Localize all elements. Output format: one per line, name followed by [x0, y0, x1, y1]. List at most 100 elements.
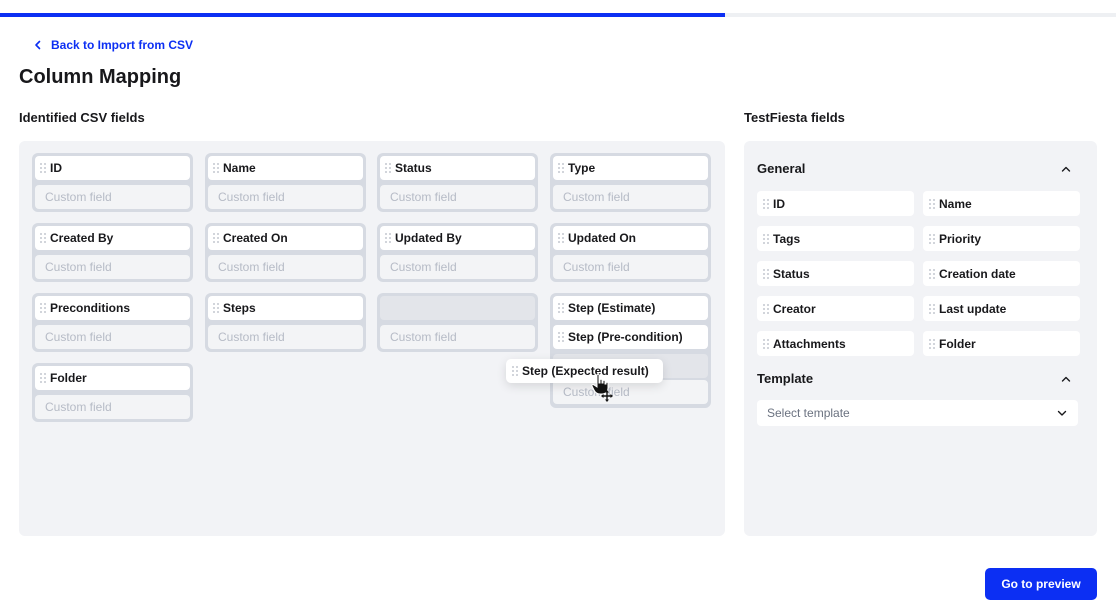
custom-field-dropzone[interactable]: Custom field [35, 255, 190, 279]
csv-field-header[interactable]: Created On [208, 226, 363, 250]
drag-grip-icon[interactable] [557, 331, 565, 343]
progress-bar [0, 13, 1116, 17]
testfiesta-field-chip[interactable]: Attachments [757, 331, 914, 356]
template-group-header[interactable]: Template [757, 371, 1078, 386]
empty-field-slot[interactable] [380, 296, 535, 320]
chevron-up-icon[interactable] [1060, 373, 1072, 385]
csv-field-card[interactable]: Updated By Custom field [377, 223, 538, 282]
custom-field-dropzone[interactable]: Custom field [35, 395, 190, 419]
testfiesta-field-label: Creator [773, 301, 816, 316]
drag-grip-icon[interactable] [928, 303, 936, 315]
custom-field-dropzone[interactable]: Custom field [380, 185, 535, 209]
drag-grip-icon[interactable] [212, 232, 220, 244]
chevron-left-icon [35, 40, 41, 50]
drag-grip-icon[interactable] [762, 303, 770, 315]
footer-bar [0, 545, 1116, 613]
testfiesta-field-chip[interactable]: Name [923, 191, 1080, 216]
drag-grip-icon[interactable] [928, 233, 936, 245]
chevron-up-icon[interactable] [1060, 163, 1072, 175]
testfiesta-field-chip[interactable]: Creation date [923, 261, 1080, 286]
drag-grip-icon[interactable] [384, 162, 392, 174]
go-to-preview-button[interactable]: Go to preview [985, 568, 1097, 600]
custom-field-dropzone[interactable]: Custom field [553, 185, 708, 209]
drag-grip-icon[interactable] [511, 365, 519, 377]
drag-grip-icon[interactable] [39, 302, 47, 314]
csv-field-header[interactable]: Preconditions [35, 296, 190, 320]
drag-grip-icon[interactable] [928, 198, 936, 210]
testfiesta-field-label: Name [939, 196, 972, 211]
testfiesta-field-chip[interactable]: Tags [757, 226, 914, 251]
drag-grip-icon[interactable] [762, 268, 770, 280]
template-group-title: Template [757, 371, 814, 386]
back-link-label: Back to Import from CSV [51, 38, 194, 52]
custom-field-dropzone[interactable]: Custom field [380, 325, 535, 349]
back-link[interactable]: Back to Import from CSV [33, 38, 193, 52]
csv-field-card[interactable]: Folder Custom field [32, 363, 193, 422]
csv-field-card[interactable]: Steps Custom field [205, 293, 366, 352]
drag-grip-icon[interactable] [384, 232, 392, 244]
drag-grip-icon[interactable] [762, 233, 770, 245]
drag-grip-icon[interactable] [39, 162, 47, 174]
general-group-header[interactable]: General [757, 161, 1078, 176]
testfiesta-field-label: Attachments [773, 336, 846, 351]
custom-field-dropzone[interactable]: Custom field [35, 185, 190, 209]
csv-field-header[interactable]: Type [553, 156, 708, 180]
custom-field-dropzone[interactable]: Custom field [35, 325, 190, 349]
custom-field-dropzone[interactable]: Custom field [208, 185, 363, 209]
general-group-title: General [757, 161, 806, 176]
csv-field-header[interactable]: Status [380, 156, 535, 180]
csv-field-card[interactable]: Preconditions Custom field [32, 293, 193, 352]
csv-field-card[interactable]: Status Custom field [377, 153, 538, 212]
testfiesta-field-chip[interactable]: Folder [923, 331, 1080, 356]
csv-field-label: Step (Pre-condition) [568, 330, 683, 344]
template-select[interactable]: Select template [757, 400, 1078, 426]
csv-field-header[interactable]: Step (Estimate) [553, 296, 708, 320]
csv-field-card[interactable]: ID Custom field [32, 153, 193, 212]
csv-field-header[interactable]: ID [35, 156, 190, 180]
dragging-field-chip[interactable]: Step (Expected result) [506, 359, 663, 383]
csv-field-header[interactable]: Updated By [380, 226, 535, 250]
testfiesta-field-label: Last update [939, 301, 1007, 316]
csv-field-header[interactable]: Steps [208, 296, 363, 320]
drag-grip-icon[interactable] [39, 232, 47, 244]
drag-grip-icon[interactable] [928, 268, 936, 280]
csv-field-header[interactable]: Created By [35, 226, 190, 250]
drag-grip-icon[interactable] [557, 232, 565, 244]
testfiesta-field-chip[interactable]: Last update [923, 296, 1080, 321]
progress-bar-fill [0, 13, 726, 17]
csv-field-header[interactable]: Step (Pre-condition) [553, 325, 708, 349]
custom-field-dropzone[interactable]: Custom field [380, 255, 535, 279]
csv-field-card[interactable]: Name Custom field [205, 153, 366, 212]
custom-field-dropzone[interactable]: Custom field [208, 325, 363, 349]
drag-grip-icon[interactable] [762, 338, 770, 350]
csv-field-header[interactable]: Name [208, 156, 363, 180]
testfiesta-field-chip[interactable]: Status [757, 261, 914, 286]
drag-grip-icon[interactable] [928, 338, 936, 350]
drag-grip-icon[interactable] [39, 372, 47, 384]
csv-field-label: Created By [50, 231, 114, 245]
drag-grip-icon[interactable] [762, 198, 770, 210]
drag-grip-icon[interactable] [557, 302, 565, 314]
csv-field-header[interactable]: Folder [35, 366, 190, 390]
testfiesta-fields-heading: TestFiesta fields [744, 110, 845, 125]
drag-grip-icon[interactable] [557, 162, 565, 174]
csv-field-card-empty[interactable]: Custom field [377, 293, 538, 352]
testfiesta-field-chip[interactable]: Creator [757, 296, 914, 321]
csv-field-card[interactable]: Type Custom field [550, 153, 711, 212]
testfiesta-field-chip[interactable]: ID [757, 191, 914, 216]
dragging-field-label: Step (Expected result) [522, 364, 649, 378]
custom-field-dropzone[interactable]: Custom field [208, 255, 363, 279]
drag-grip-icon[interactable] [212, 302, 220, 314]
csv-field-card[interactable]: Updated On Custom field [550, 223, 711, 282]
csv-field-header[interactable]: Updated On [553, 226, 708, 250]
drag-grip-icon[interactable] [212, 162, 220, 174]
csv-field-card[interactable]: Created By Custom field [32, 223, 193, 282]
csv-field-card[interactable]: Step (Estimate) Step (Pre-condition) Cus… [550, 293, 711, 408]
csv-field-label: Updated On [568, 231, 636, 245]
csv-field-label: Name [223, 161, 256, 175]
testfiesta-field-chip[interactable]: Priority [923, 226, 1080, 251]
custom-field-dropzone[interactable]: Custom field [553, 380, 708, 404]
csv-field-label: ID [50, 161, 62, 175]
custom-field-dropzone[interactable]: Custom field [553, 255, 708, 279]
csv-field-card[interactable]: Created On Custom field [205, 223, 366, 282]
